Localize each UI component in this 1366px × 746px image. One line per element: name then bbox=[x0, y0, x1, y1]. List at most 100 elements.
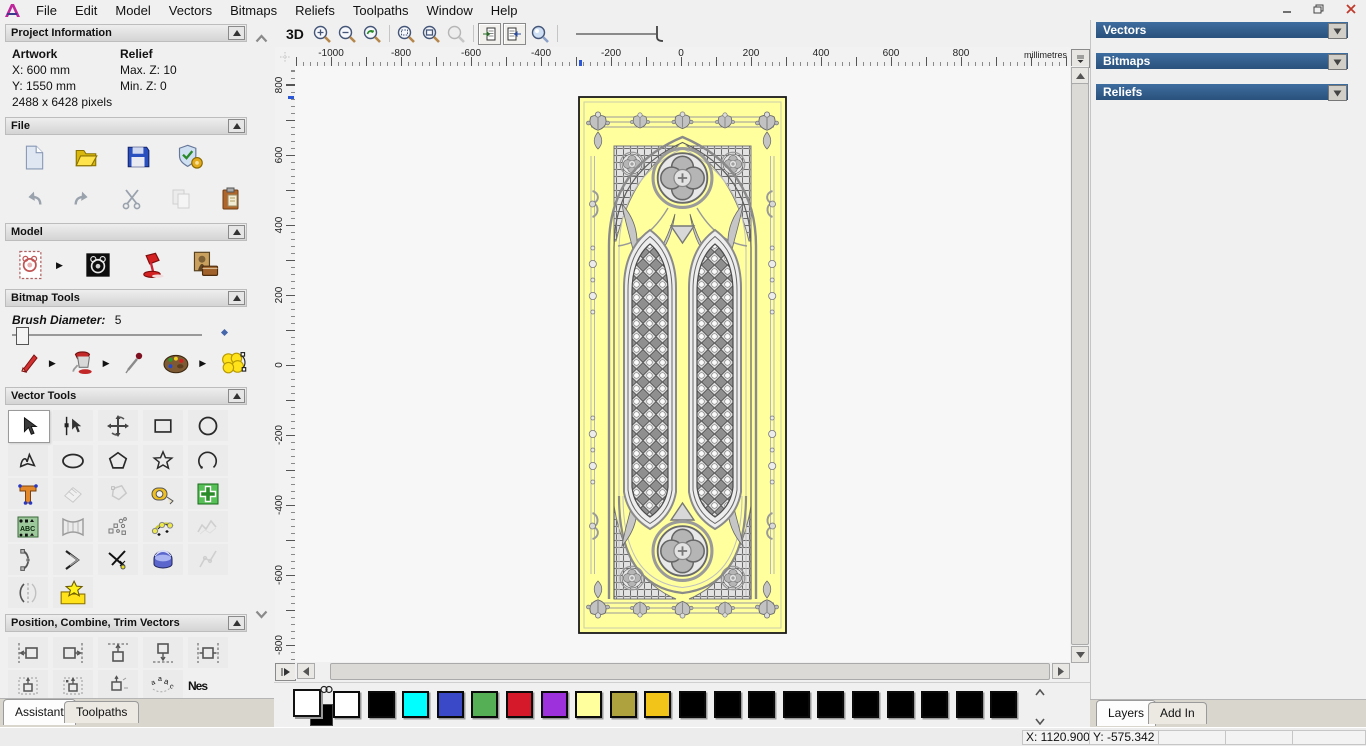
preview-icon[interactable] bbox=[528, 23, 553, 45]
palette-scroll[interactable] bbox=[1032, 689, 1048, 725]
palette-swatch[interactable] bbox=[333, 691, 360, 718]
fit-arcs-tool[interactable] bbox=[8, 544, 48, 575]
horizontal-scrollbar[interactable] bbox=[295, 663, 1070, 679]
transform-tool[interactable] bbox=[98, 410, 138, 441]
text-table-tool[interactable]: ABC bbox=[8, 511, 48, 542]
palette-icon[interactable] bbox=[158, 346, 196, 380]
bitmaps-header[interactable]: Bitmaps bbox=[1096, 53, 1348, 69]
palette-swatch[interactable] bbox=[368, 691, 395, 718]
flood-fill-icon[interactable] bbox=[66, 346, 100, 380]
menu-vectors[interactable]: Vectors bbox=[160, 1, 221, 20]
paste-along-curve-tool[interactable] bbox=[98, 511, 138, 542]
palette-swatch[interactable] bbox=[887, 691, 914, 718]
restore-button[interactable] bbox=[1306, 1, 1331, 16]
pick-colour-icon[interactable] bbox=[120, 346, 150, 380]
node-edit-tool[interactable] bbox=[53, 410, 93, 441]
view-3d-button[interactable]: 3D bbox=[286, 26, 304, 42]
palette-swatch[interactable] bbox=[437, 691, 464, 718]
collapse-icon[interactable] bbox=[228, 26, 245, 40]
zoom-fit-icon[interactable] bbox=[419, 23, 444, 45]
primary-colour-swatch[interactable] bbox=[293, 689, 321, 717]
flyout-arrow-icon[interactable]: ▶ bbox=[103, 358, 110, 369]
zoom-slider-thumb[interactable] bbox=[654, 25, 666, 43]
collapse-icon[interactable] bbox=[228, 389, 245, 403]
zoom-in-icon[interactable] bbox=[310, 23, 335, 45]
reliefs-header[interactable]: Reliefs bbox=[1096, 84, 1348, 100]
palette-swatch[interactable] bbox=[990, 691, 1017, 718]
palette-swatch[interactable] bbox=[644, 691, 671, 718]
door-relief-artwork[interactable] bbox=[578, 96, 787, 634]
palette-swatch[interactable] bbox=[610, 691, 637, 718]
flyout-arrow-icon[interactable]: ▶ bbox=[56, 260, 63, 271]
weld-tool[interactable] bbox=[143, 544, 183, 575]
light-material-icon[interactable] bbox=[132, 248, 172, 282]
ruler-toggle-button[interactable] bbox=[275, 663, 296, 681]
arc-tool[interactable] bbox=[188, 445, 228, 476]
minimize-button[interactable] bbox=[1274, 1, 1299, 16]
centre-x-tool[interactable] bbox=[8, 670, 48, 698]
ellipse-tool[interactable] bbox=[53, 445, 93, 476]
redo-icon[interactable] bbox=[63, 182, 101, 216]
align-left-tool[interactable] bbox=[8, 637, 48, 668]
model-viewport[interactable] bbox=[295, 66, 1070, 662]
new-model-sketch-icon[interactable] bbox=[14, 248, 48, 282]
ruler-origin-button[interactable] bbox=[275, 47, 296, 67]
slider-thumb[interactable] bbox=[16, 327, 29, 345]
trim-tool[interactable] bbox=[98, 544, 138, 575]
palette-swatch[interactable] bbox=[921, 691, 948, 718]
vertical-scrollbar[interactable] bbox=[1070, 66, 1088, 662]
join-vectors-tool[interactable] bbox=[143, 511, 183, 542]
palette-swatch[interactable] bbox=[783, 691, 810, 718]
menu-reliefs[interactable]: Reliefs bbox=[286, 1, 344, 20]
palette-swatch[interactable] bbox=[471, 691, 498, 718]
toggle-guides-icon[interactable] bbox=[503, 23, 526, 45]
cut-icon[interactable] bbox=[113, 182, 151, 216]
palette-swatch[interactable] bbox=[679, 691, 706, 718]
scroll-down-icon[interactable] bbox=[255, 610, 268, 619]
menu-file[interactable]: File bbox=[27, 1, 66, 20]
polygon-tool[interactable] bbox=[98, 445, 138, 476]
menu-model[interactable]: Model bbox=[106, 1, 159, 20]
rectangle-tool[interactable] bbox=[143, 410, 183, 441]
add-vectors-tool[interactable] bbox=[188, 478, 228, 509]
palette-swatch[interactable] bbox=[402, 691, 429, 718]
open-file-icon[interactable] bbox=[66, 140, 106, 174]
vectors-dropdown-icon[interactable] bbox=[1328, 23, 1347, 39]
scroll-down-arrow-icon[interactable] bbox=[1071, 646, 1089, 663]
vectors-header[interactable]: Vectors bbox=[1096, 22, 1348, 38]
texture-relief-icon[interactable] bbox=[186, 248, 226, 282]
polyline-tool[interactable] bbox=[8, 445, 48, 476]
scroll-up-arrow-icon[interactable] bbox=[1071, 67, 1089, 84]
colour-link-icon[interactable] bbox=[320, 685, 333, 694]
new-model-icon[interactable] bbox=[14, 140, 54, 174]
centre-y-tool[interactable] bbox=[53, 670, 93, 698]
palette-swatch[interactable] bbox=[956, 691, 983, 718]
collapse-icon[interactable] bbox=[228, 225, 245, 239]
collapse-icon[interactable] bbox=[228, 119, 245, 133]
nesting-tool[interactable]: Nes bbox=[188, 679, 230, 693]
palette-swatch[interactable] bbox=[575, 691, 602, 718]
zoom-slider[interactable] bbox=[576, 33, 656, 35]
align-right-tool[interactable] bbox=[53, 637, 93, 668]
align-centre-tool[interactable] bbox=[188, 637, 228, 668]
zoom-previous-icon[interactable] bbox=[360, 23, 385, 45]
assistant-scroll-strip[interactable] bbox=[250, 20, 275, 682]
brush-diameter-slider[interactable] bbox=[12, 334, 202, 336]
paste-icon[interactable] bbox=[212, 182, 250, 216]
undo-icon[interactable] bbox=[14, 182, 52, 216]
align-top-tool[interactable] bbox=[98, 637, 138, 668]
primary-secondary-colour-indicator[interactable] bbox=[293, 688, 335, 726]
palette-scroll-up-icon[interactable] bbox=[1035, 689, 1045, 696]
mirror-tool[interactable] bbox=[8, 577, 48, 608]
save-file-icon[interactable] bbox=[118, 140, 158, 174]
measure-tool[interactable] bbox=[143, 478, 183, 509]
toggle-snap-icon[interactable] bbox=[478, 23, 501, 45]
menu-toolpaths[interactable]: Toolpaths bbox=[344, 1, 418, 20]
menu-edit[interactable]: Edit bbox=[66, 1, 106, 20]
scroll-left-arrow-icon[interactable] bbox=[297, 663, 315, 679]
zoom-box-icon[interactable] bbox=[394, 23, 419, 45]
star-tool[interactable] bbox=[143, 445, 183, 476]
paint-icon[interactable] bbox=[14, 346, 46, 380]
zoom-out-icon[interactable] bbox=[335, 23, 360, 45]
palette-scroll-down-icon[interactable] bbox=[1035, 718, 1045, 725]
